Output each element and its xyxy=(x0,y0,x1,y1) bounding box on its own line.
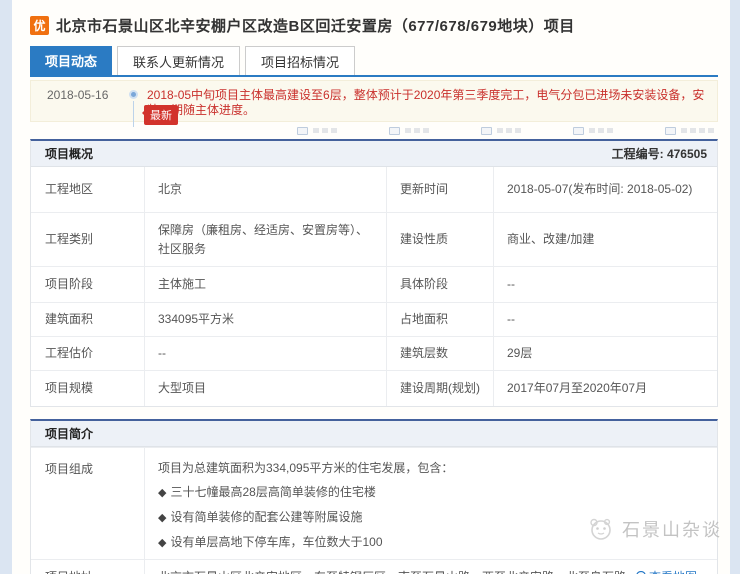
tab-project-bidding[interactable]: 项目招标情况 xyxy=(245,46,355,75)
project-brief-table: 项目简介 项目组成 项目为总建筑面积为334,095平方米的住宅发展，包含： ◆… xyxy=(30,419,718,574)
view-map-link[interactable]: 查看地图 xyxy=(636,568,697,574)
field-label: 更新时间 xyxy=(386,167,493,212)
faded-action-link[interactable] xyxy=(389,124,429,137)
watermark: 石景山杂谈 xyxy=(586,516,722,542)
field-label: 建设周期(规划) xyxy=(386,370,493,406)
field-value: 主体施工 xyxy=(144,266,386,302)
field-value: -- xyxy=(144,336,386,370)
grade-badge: 优 xyxy=(30,16,49,35)
faded-action-icon xyxy=(481,127,492,135)
field-label: 占地面积 xyxy=(386,302,493,336)
faded-action-icon xyxy=(297,127,308,135)
project-number: 工程编号: 476505 xyxy=(612,145,707,162)
faded-action-icon xyxy=(665,127,676,135)
faded-action-icon xyxy=(573,127,584,135)
content-panel: 优 北京市石景山区北辛安棚户区改造B区回迁安置房（677/678/679地块）项… xyxy=(12,0,730,574)
project-overview-table: 项目概况 工程编号: 476505 工程地区 北京 更新时间 2018-05-0… xyxy=(30,139,718,407)
faded-action-link[interactable] xyxy=(665,124,714,137)
brief-title: 项目简介 xyxy=(45,425,93,442)
news-text: 2018-05中旬项目主体最高建设至6层，整体预计于2020年第三季度完工，电气… xyxy=(147,87,709,118)
brief-grid: 项目组成 项目为总建筑面积为334,095平方米的住宅发展，包含： ◆三十七幢最… xyxy=(31,447,717,574)
field-label: 工程类别 xyxy=(31,212,144,266)
field-value: 29层 xyxy=(493,336,717,370)
page-title: 北京市石景山区北辛安棚户区改造B区回迁安置房（677/678/679地块）项目 xyxy=(56,15,575,36)
diamond-bullet-icon: ◆ xyxy=(158,487,166,499)
tab-underline xyxy=(30,75,718,77)
composition-value: 项目为总建筑面积为334,095平方米的住宅发展，包含： ◆三十七幢最高28层高… xyxy=(144,447,717,559)
address-value: 北京市石景山区北辛安地区，东至特钢厂区，南至石景山路，西至北辛安路，北至阜石路 … xyxy=(144,559,717,574)
diamond-bullet-icon: ◆ xyxy=(158,512,166,524)
overview-header: 项目概况 工程编号: 476505 xyxy=(31,141,717,167)
field-label: 项目阶段 xyxy=(31,266,144,302)
page: 优 北京市石景山区北辛安棚户区改造B区回迁安置房（677/678/679地块）项… xyxy=(0,0,740,574)
field-label: 具体阶段 xyxy=(386,266,493,302)
field-value: 北京 xyxy=(144,167,386,212)
news-entry: 2018-05-16 2018-05中旬项目主体最高建设至6层，整体预计于202… xyxy=(30,80,718,122)
watermark-text: 石景山杂谈 xyxy=(622,516,722,542)
composition-intro: 项目为总建筑面积为334,095平方米的住宅发展，包含： xyxy=(158,456,709,480)
tab-contact-updates[interactable]: 联系人更新情况 xyxy=(117,46,240,75)
tab-bar: 项目动态 联系人更新情况 项目招标情况 xyxy=(30,46,718,75)
field-value: -- xyxy=(493,266,717,302)
title-row: 优 北京市石景山区北辛安棚户区改造B区回迁安置房（677/678/679地块）项… xyxy=(30,0,718,39)
faded-action-link[interactable] xyxy=(573,124,613,137)
latest-badge: 最新 xyxy=(144,105,178,125)
field-value: 334095平方米 xyxy=(144,302,386,336)
watermark-logo-icon xyxy=(586,516,616,542)
brief-header: 项目简介 xyxy=(31,421,717,447)
field-label: 建筑面积 xyxy=(31,302,144,336)
field-value: -- xyxy=(493,302,717,336)
faded-action-icon xyxy=(389,127,400,135)
faded-action-link[interactable] xyxy=(297,124,337,137)
news-date: 2018-05-16 xyxy=(47,87,121,102)
tab-project-updates[interactable]: 项目动态 xyxy=(30,46,112,75)
overview-title: 项目概况 xyxy=(45,145,93,162)
field-label: 建筑层数 xyxy=(386,336,493,370)
field-value: 商业、改建/加建 xyxy=(493,212,717,266)
timeline-dot-icon xyxy=(129,90,138,99)
field-value: 2017年07月至2020年07月 xyxy=(493,370,717,406)
field-label: 项目地址 xyxy=(31,559,144,574)
faded-action-link[interactable] xyxy=(481,124,521,137)
composition-item: ◆三十七幢最高28层高简单装修的住宅楼 xyxy=(158,480,709,505)
field-label: 工程地区 xyxy=(31,167,144,212)
field-label: 项目组成 xyxy=(31,447,144,559)
faded-action-row xyxy=(30,124,718,137)
project-address: 北京市石景山区北辛安地区，东至特钢厂区，南至石景山路，西至北辛安路，北至阜石路 xyxy=(158,568,626,574)
field-label: 工程估价 xyxy=(31,336,144,370)
field-value: 保障房（廉租房、经适房、安置房等）、社区服务 xyxy=(144,212,386,266)
diamond-bullet-icon: ◆ xyxy=(158,537,166,549)
field-value: 大型项目 xyxy=(144,370,386,406)
field-label: 项目规模 xyxy=(31,370,144,406)
overview-grid: 工程地区 北京 更新时间 2018-05-07(发布时间: 2018-05-02… xyxy=(31,167,717,406)
field-label: 建设性质 xyxy=(386,212,493,266)
field-value: 2018-05-07(发布时间: 2018-05-02) xyxy=(493,167,717,212)
